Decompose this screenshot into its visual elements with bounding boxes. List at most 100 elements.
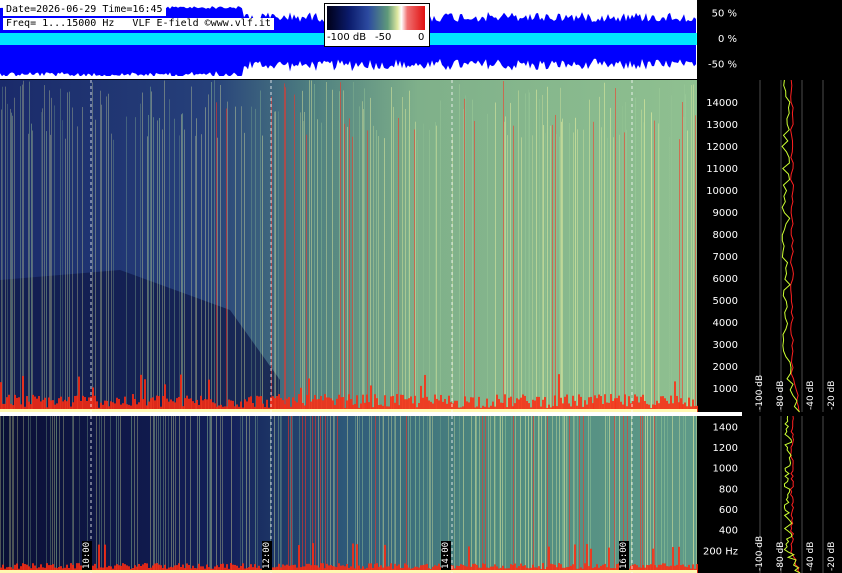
sferic-streak <box>20 86 21 413</box>
sferic-streak <box>605 416 606 573</box>
sferic-streak <box>275 111 276 412</box>
sferic-streak <box>148 114 149 412</box>
sferic-streak <box>364 88 365 412</box>
sferic-streak <box>482 416 483 573</box>
sferic-streak <box>507 135 508 413</box>
sferic-streak <box>241 106 242 412</box>
sferic-streak <box>607 416 608 573</box>
sferic-streak <box>191 86 192 413</box>
sferic-streak <box>362 101 363 413</box>
sferic-streak <box>292 416 293 573</box>
sferic-streak <box>162 129 163 412</box>
sferic-streak <box>511 416 512 573</box>
sferic-streak <box>510 102 511 412</box>
sferic-streak <box>505 116 506 413</box>
sferic-streak <box>135 117 136 412</box>
sferic-streak <box>110 416 111 573</box>
sferic-streak <box>65 138 66 413</box>
sferic-streak <box>367 130 368 412</box>
sferic-streak <box>547 416 548 573</box>
sferic-streak <box>579 416 580 573</box>
sferic-streak <box>209 416 210 573</box>
sferic-streak <box>244 132 245 412</box>
time-tick-label: 14:00 <box>441 540 451 570</box>
sferic-streak <box>650 416 651 573</box>
sferic-streak <box>393 106 394 413</box>
sferic-streak <box>184 129 185 412</box>
sferic-streak <box>207 416 208 573</box>
sferic-streak <box>310 416 311 573</box>
sferic-streak <box>464 98 465 413</box>
sferic-streak <box>355 416 356 573</box>
sferic-streak <box>683 116 684 413</box>
sferic-streak <box>284 83 285 413</box>
sferic-streak <box>569 122 570 412</box>
low-frequency-band <box>208 379 210 412</box>
sferic-streak <box>168 416 169 573</box>
percent-tick-label: 50 % <box>712 9 737 20</box>
low-frequency-band <box>352 543 354 573</box>
sferic-streak <box>625 101 626 413</box>
sferic-streak <box>495 102 496 413</box>
sferic-streak <box>402 97 403 413</box>
sferic-streak <box>0 416 1 573</box>
sferic-streak <box>318 416 319 573</box>
sferic-streak <box>685 416 686 573</box>
sferic-streak <box>408 416 409 573</box>
sferic-streak <box>311 80 312 413</box>
sferic-streak <box>113 139 114 412</box>
sferic-streak <box>394 416 395 573</box>
sferic-streak <box>246 416 247 573</box>
sferic-streak <box>531 416 532 573</box>
sferic-streak <box>285 87 286 413</box>
sferic-streak <box>302 90 303 413</box>
sferic-streak <box>563 416 564 573</box>
sferic-streak <box>154 416 155 573</box>
low-frequency-band <box>180 374 182 412</box>
sferic-streak <box>111 133 112 412</box>
sferic-streak <box>262 135 263 413</box>
low-frequency-band <box>384 544 386 573</box>
sferic-streak <box>395 416 396 573</box>
sferic-streak <box>583 129 584 412</box>
baseline-band <box>0 409 697 412</box>
sferic-streak <box>13 416 14 573</box>
sferic-streak <box>502 416 503 573</box>
sferic-streak <box>281 416 282 573</box>
sferic-streak <box>536 89 537 412</box>
sferic-streak <box>459 416 460 573</box>
time-tick-label: 10:00 <box>82 540 92 570</box>
sferic-streak <box>378 136 379 412</box>
sferic-streak <box>1 109 2 412</box>
sferic-streak <box>607 137 608 413</box>
sferic-streak <box>116 416 117 573</box>
sferic-streak <box>32 130 33 412</box>
sferic-streak <box>242 416 243 573</box>
sferic-streak <box>190 416 191 573</box>
sferic-streak <box>635 97 636 413</box>
sferic-streak <box>647 416 648 573</box>
sferic-streak <box>643 122 644 412</box>
db-tick-label: -40 dB <box>806 542 816 571</box>
spectrum-profile-lower: -100 dB -80 dB -40 dB -20 dB <box>741 415 842 573</box>
low-frequency-band <box>144 379 146 412</box>
sferic-streak <box>528 416 529 573</box>
vlf-spectrogram-window: 1000 2000 3000 4000 5000 6000 7000 8000 9000 1000… <box>0 0 842 573</box>
frequency-tick-label: 400 <box>719 526 738 537</box>
sferic-streak <box>542 94 543 413</box>
sferic-streak <box>156 416 157 573</box>
low-frequency-band <box>424 374 426 412</box>
sferic-streak <box>52 416 53 573</box>
sferic-streak <box>157 120 158 412</box>
sferic-streak <box>274 111 275 412</box>
sferic-streak <box>684 84 685 412</box>
sferic-streak <box>163 416 164 573</box>
sferic-streak <box>46 416 47 573</box>
low-frequency-band <box>140 374 142 412</box>
sferic-streak <box>573 416 574 573</box>
sferic-streak <box>343 90 344 413</box>
sferic-streak <box>651 112 652 412</box>
sferic-streak <box>231 416 232 573</box>
low-frequency-band <box>678 546 680 573</box>
sferic-streak <box>300 112 301 412</box>
